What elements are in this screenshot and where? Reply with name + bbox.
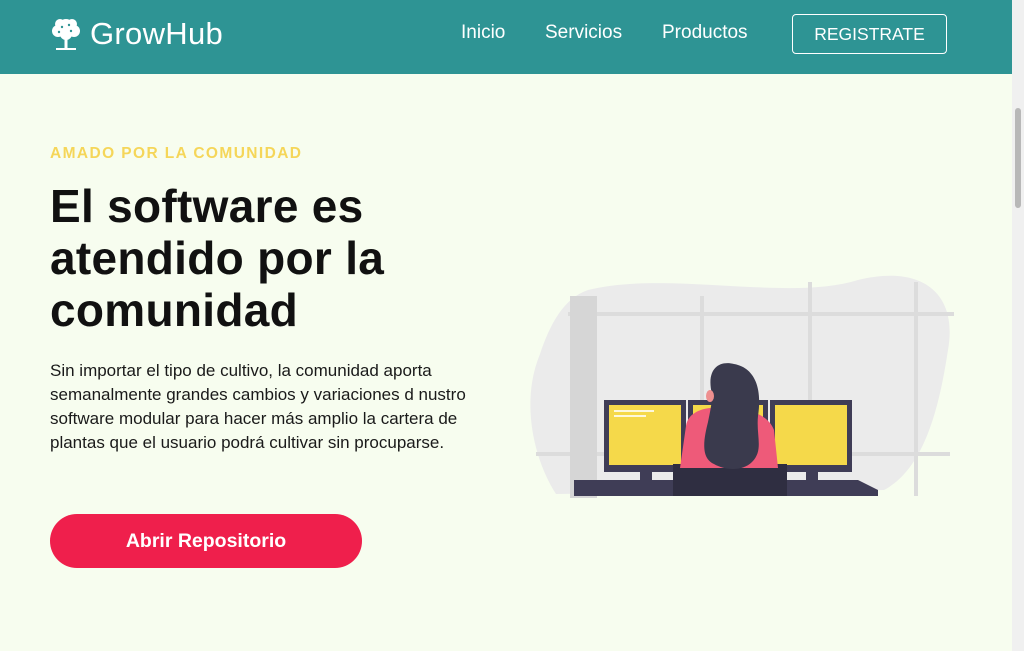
navbar: GrowHub Inicio Servicios Productos REGIS… — [0, 0, 1012, 74]
hero-description: Sin importar el tipo de cultivo, la comu… — [50, 361, 466, 452]
brand-name: GrowHub — [90, 16, 224, 51]
tree-icon — [52, 19, 80, 50]
nav-link-servicios[interactable]: Servicios — [545, 22, 622, 44]
nav-link-inicio[interactable]: Inicio — [461, 22, 505, 44]
register-button[interactable]: REGISTRATE — [792, 14, 947, 54]
nav-link-productos[interactable]: Productos — [662, 22, 748, 44]
scrollbar-thumb[interactable] — [1015, 108, 1021, 208]
open-repository-button[interactable]: Abrir Repositorio — [50, 514, 362, 568]
hero-eyebrow: AMADO POR LA COMUNIDAD — [50, 145, 303, 162]
brand[interactable]: GrowHub — [50, 14, 223, 54]
scrollbar-track[interactable] — [1012, 0, 1024, 651]
hero-title: El software es atendido por la comunidad — [50, 180, 385, 336]
hero-illustration — [530, 275, 954, 498]
